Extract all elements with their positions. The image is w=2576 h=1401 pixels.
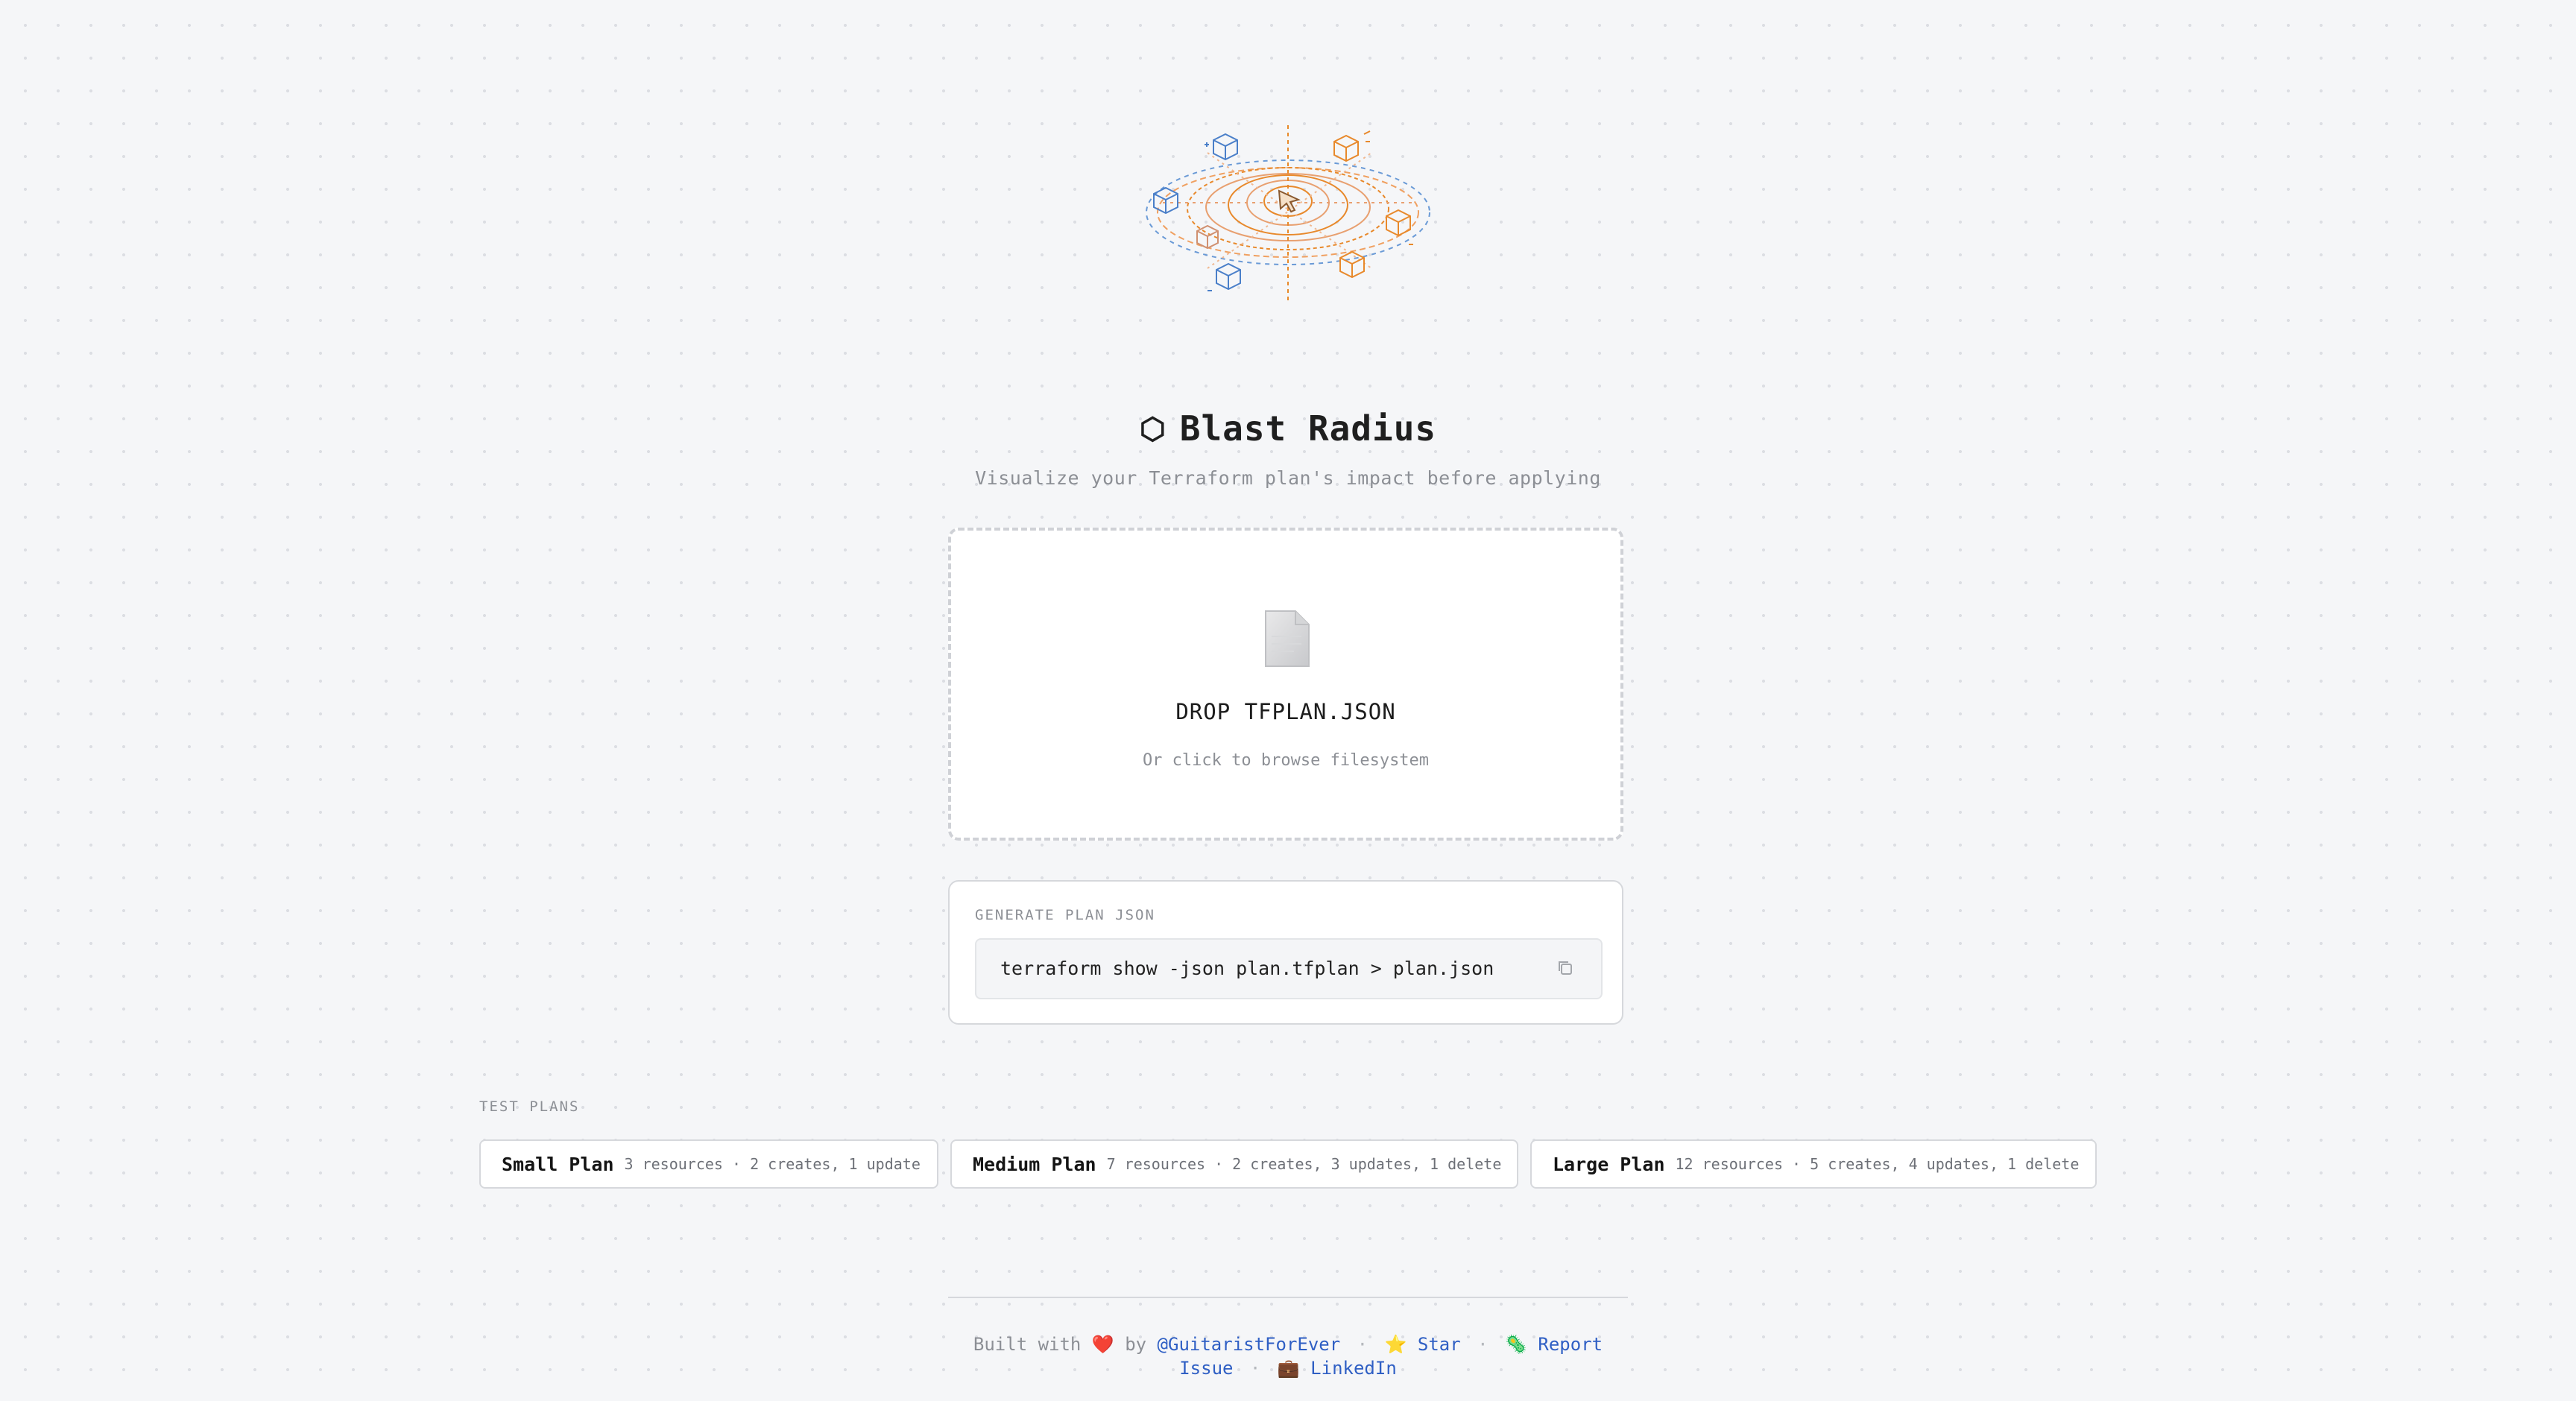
small-plan-button[interactable]: Small Plan 3 resources · 2 creates, 1 up… [479, 1139, 938, 1189]
hexagon-icon: ⬡ [1139, 412, 1167, 446]
dropzone-subtitle: Or click to browse filesystem [1142, 751, 1430, 770]
bug-icon: 🦠 [1505, 1334, 1527, 1355]
page-title: ⬡ Blast Radius [0, 408, 2576, 449]
generate-plan-card: GENERATE PLAN JSON terraform show -json … [948, 880, 1623, 1025]
footer-by: by [1125, 1334, 1147, 1355]
footer-divider [948, 1297, 1628, 1298]
plan-name: Small Plan [502, 1153, 614, 1175]
generate-plan-label: GENERATE PLAN JSON [975, 907, 1155, 923]
star-link[interactable]: Star [1418, 1334, 1461, 1355]
footer-built-with: Built with [973, 1334, 1082, 1355]
medium-plan-button[interactable]: Medium Plan 7 resources · 2 creates, 3 u… [950, 1139, 1518, 1189]
footer-separator: · [1357, 1334, 1368, 1355]
plan-name: Large Plan [1553, 1153, 1665, 1175]
footer: Built with ❤️ by @GuitaristForEver · ⭐ S… [948, 1332, 1628, 1380]
large-plan-button[interactable]: Large Plan 12 resources · 5 creates, 4 u… [1530, 1139, 2097, 1189]
footer-separator: · [1249, 1358, 1261, 1379]
plan-name: Medium Plan [973, 1153, 1096, 1175]
command-text: terraform show -json plan.tfplan > plan.… [1000, 958, 1494, 979]
plan-meta: 12 resources · 5 creates, 4 updates, 1 d… [1675, 1155, 2080, 1173]
dropzone-title: DROP TFPLAN.JSON [1175, 699, 1396, 724]
blast-radius-illustration [1146, 125, 1430, 302]
briefcase-icon: 💼 [1277, 1358, 1300, 1379]
star-icon: ⭐ [1384, 1334, 1407, 1355]
linkedin-link[interactable]: LinkedIn [1310, 1358, 1397, 1379]
file-dropzone[interactable]: DROP TFPLAN.JSON Or click to browse file… [948, 528, 1623, 841]
app-title: Blast Radius [1179, 408, 1437, 449]
test-plans-label: TEST PLANS [479, 1098, 580, 1115]
footer-separator: · [1477, 1334, 1489, 1355]
copy-icon[interactable] [1555, 958, 1576, 978]
file-icon [1265, 610, 1310, 667]
page-subtitle: Visualize your Terraform plan's impact b… [975, 467, 1601, 489]
heart-icon: ❤️ [1091, 1334, 1114, 1355]
plan-meta: 7 resources · 2 creates, 3 updates, 1 de… [1106, 1155, 1502, 1173]
plan-meta: 3 resources · 2 creates, 1 update [624, 1155, 921, 1173]
command-box: terraform show -json plan.tfplan > plan.… [975, 938, 1603, 999]
author-link[interactable]: @GuitaristForEver [1158, 1334, 1341, 1355]
